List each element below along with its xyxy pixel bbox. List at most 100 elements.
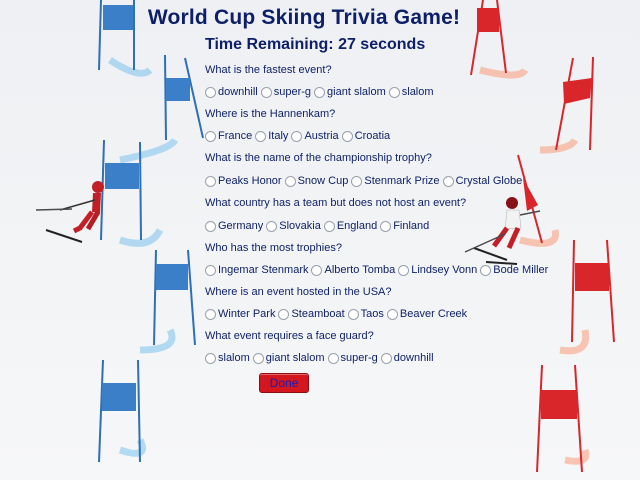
option-label: Finland: [393, 220, 430, 232]
question-3: What is the name of the championship tro…: [205, 152, 432, 164]
option-label: downhill: [393, 352, 434, 364]
option-slalom-7[interactable]: slalom: [205, 352, 250, 364]
radio-button[interactable]: [266, 220, 278, 232]
answers-6: Winter Park Steamboat Taos Beaver Creek: [205, 308, 470, 320]
answers-4: Germany Slovakia England Finland: [205, 220, 432, 232]
option-alberto-tomba[interactable]: Alberto Tomba: [311, 264, 395, 276]
option-germany[interactable]: Germany: [205, 220, 263, 232]
option-label: downhill: [218, 86, 258, 98]
done-button[interactable]: Done: [259, 373, 309, 393]
option-label: Germany: [218, 220, 264, 232]
question-1: What is the fastest event?: [205, 64, 332, 76]
question-7: What event requires a face guard?: [205, 330, 374, 342]
option-giant-slalom[interactable]: giant slalom: [314, 86, 386, 98]
option-steamboat[interactable]: Steamboat: [278, 308, 345, 320]
option-label: giant slalom: [327, 86, 386, 98]
time-remaining: Time Remaining: 27 seconds: [205, 36, 426, 53]
option-super-g[interactable]: super-g: [260, 86, 312, 98]
radio-button[interactable]: [380, 352, 392, 364]
option-austria[interactable]: Austria: [291, 130, 339, 142]
radio-button[interactable]: [205, 308, 216, 320]
option-label: giant slalom: [265, 352, 325, 364]
answers-2: France Italy Austria Croatia: [205, 130, 393, 142]
option-taos[interactable]: Taos: [347, 308, 384, 320]
option-slovakia[interactable]: Slovakia: [266, 220, 321, 232]
question-5: Who has the most trophies?: [205, 242, 342, 254]
option-slalom[interactable]: slalom: [388, 86, 434, 98]
question-6: Where is an event hosted in the USA?: [205, 286, 392, 298]
option-peaks-honor[interactable]: Peaks Honor: [205, 175, 282, 187]
option-label: super-g: [273, 86, 312, 98]
radio-button[interactable]: [311, 264, 323, 276]
option-stenmark-prize[interactable]: Stenmark Prize: [351, 175, 440, 187]
option-winter-park[interactable]: Winter Park: [205, 308, 275, 320]
option-label: Austria: [304, 130, 339, 142]
radio-button[interactable]: [205, 130, 216, 142]
radio-button[interactable]: [314, 86, 326, 98]
option-croatia[interactable]: Croatia: [341, 130, 391, 142]
radio-button[interactable]: [323, 220, 335, 232]
option-label: Winter Park: [218, 308, 276, 320]
radio-button[interactable]: [291, 130, 303, 142]
radio-button[interactable]: [442, 175, 454, 187]
option-label: Croatia: [354, 130, 391, 142]
option-crystal-globe[interactable]: Crystal Globe: [442, 175, 523, 187]
option-label: Steamboat: [291, 308, 345, 320]
option-super-g-7[interactable]: super-g: [327, 352, 378, 364]
option-label: Slovakia: [279, 220, 321, 232]
option-label: Lindsey Vonn: [411, 264, 478, 276]
option-ingemar-stenmark[interactable]: Ingemar Stenmark: [205, 264, 308, 276]
radio-button[interactable]: [205, 264, 216, 276]
option-label: super-g: [340, 352, 378, 364]
option-label: Alberto Tomba: [324, 264, 396, 276]
answers-5: Ingemar Stenmark Alberto Tomba Lindsey V…: [205, 264, 551, 276]
radio-button[interactable]: [341, 130, 353, 142]
radio-button[interactable]: [480, 264, 492, 276]
option-label: Ingemar Stenmark: [218, 264, 309, 276]
option-downhill[interactable]: downhill: [205, 86, 258, 98]
option-label: Bode Miller: [493, 264, 549, 276]
option-label: slalom: [401, 86, 434, 98]
radio-button[interactable]: [284, 175, 296, 187]
radio-button[interactable]: [327, 352, 339, 364]
option-france[interactable]: France: [205, 130, 252, 142]
option-label: Crystal Globe: [455, 175, 523, 187]
radio-button[interactable]: [347, 308, 359, 320]
option-label: Peaks Honor: [218, 175, 282, 187]
answers-3: Peaks Honor Snow Cup Stenmark Prize Crys…: [205, 175, 525, 187]
question-2: Where is the Hannenkam?: [205, 108, 336, 120]
option-label: slalom: [218, 352, 250, 364]
question-4: What country has a team but does not hos…: [205, 197, 467, 209]
option-label: France: [218, 130, 253, 142]
option-label: England: [336, 220, 378, 232]
option-england[interactable]: England: [323, 220, 378, 232]
radio-button[interactable]: [278, 308, 290, 320]
option-lindsey-vonn[interactable]: Lindsey Vonn: [398, 264, 477, 276]
radio-button[interactable]: [205, 352, 216, 364]
radio-button[interactable]: [351, 175, 363, 187]
option-italy[interactable]: Italy: [255, 130, 288, 142]
radio-button[interactable]: [205, 220, 216, 232]
radio-button[interactable]: [252, 352, 264, 364]
radio-button[interactable]: [205, 175, 216, 187]
option-downhill-7[interactable]: downhill: [380, 352, 434, 364]
option-finland[interactable]: Finland: [380, 220, 429, 232]
radio-button[interactable]: [380, 220, 392, 232]
radio-button[interactable]: [260, 86, 272, 98]
radio-button[interactable]: [205, 86, 216, 98]
option-bode-miller[interactable]: Bode Miller: [480, 264, 548, 276]
option-label: Beaver Creek: [399, 308, 468, 320]
trivia-form: World Cup Skiing Trivia Game! Time Remai…: [0, 0, 640, 480]
radio-button[interactable]: [398, 264, 410, 276]
option-snow-cup[interactable]: Snow Cup: [284, 175, 349, 187]
option-label: Stenmark Prize: [364, 175, 440, 187]
page-title: World Cup Skiing Trivia Game!: [147, 6, 461, 29]
answers-1: downhill super-g giant slalom slalom: [205, 86, 437, 98]
option-giant-slalom-7[interactable]: giant slalom: [252, 352, 325, 364]
radio-button[interactable]: [388, 86, 400, 98]
radio-button[interactable]: [386, 308, 398, 320]
option-label: Snow Cup: [297, 175, 349, 187]
radio-button[interactable]: [255, 130, 267, 142]
option-beaver-creek[interactable]: Beaver Creek: [386, 308, 468, 320]
answers-7: slalom giant slalom super-g downhill: [205, 352, 437, 364]
